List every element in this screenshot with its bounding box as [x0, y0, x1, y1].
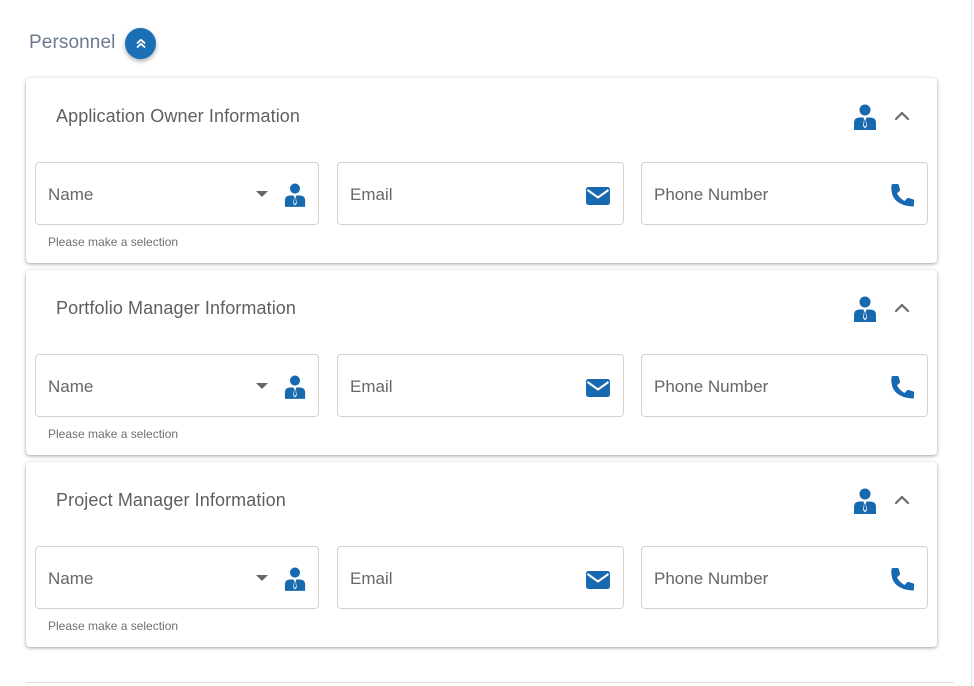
phone-placeholder: Phone Number	[654, 377, 769, 396]
helper-text: Please make a selection	[48, 427, 179, 441]
email-placeholder: Email	[350, 569, 393, 588]
email-placeholder: Email	[350, 185, 393, 204]
vertical-divider	[971, 0, 972, 686]
helper-text: Please make a selection	[48, 619, 179, 633]
double-chevron-up-icon	[136, 38, 146, 48]
name-select[interactable]: Name	[35, 162, 319, 225]
personnel-page: Personnel Application Owner Information …	[0, 0, 974, 686]
person-icon	[284, 183, 306, 207]
phone-icon	[891, 568, 914, 591]
name-placeholder: Name	[48, 185, 94, 204]
card-title: Portfolio Manager Information	[56, 298, 297, 318]
card-portfolio-manager: Portfolio Manager Information Name Email	[26, 270, 937, 455]
person-icon	[854, 104, 876, 130]
collapse-section-button[interactable]	[125, 27, 157, 59]
email-field[interactable]: Email	[337, 546, 624, 609]
email-placeholder: Email	[350, 377, 393, 396]
envelope-icon	[586, 379, 610, 397]
chevron-up-icon[interactable]	[892, 490, 912, 510]
phone-field[interactable]: Phone Number	[641, 546, 928, 609]
card-title: Application Owner Information	[56, 106, 301, 126]
person-icon	[854, 488, 876, 514]
name-placeholder: Name	[48, 569, 94, 588]
chevron-up-icon[interactable]	[892, 298, 912, 318]
card-application-owner: Application Owner Information Name Email	[26, 78, 937, 263]
dropdown-arrow-icon[interactable]	[255, 574, 269, 582]
phone-field[interactable]: Phone Number	[641, 354, 928, 417]
phone-icon	[891, 184, 914, 207]
section-title: Personnel	[29, 32, 116, 53]
phone-field[interactable]: Phone Number	[641, 162, 928, 225]
chevron-up-icon[interactable]	[892, 106, 912, 126]
divider	[26, 682, 954, 683]
person-icon	[284, 567, 306, 591]
dropdown-arrow-icon[interactable]	[255, 382, 269, 390]
person-icon	[854, 296, 876, 322]
person-icon	[284, 375, 306, 399]
phone-placeholder: Phone Number	[654, 185, 769, 204]
section-header: Personnel	[29, 27, 157, 59]
helper-text: Please make a selection	[48, 235, 179, 249]
dropdown-arrow-icon[interactable]	[255, 190, 269, 198]
phone-icon	[891, 376, 914, 399]
name-placeholder: Name	[48, 377, 94, 396]
card-title: Project Manager Information	[56, 490, 286, 510]
envelope-icon	[586, 571, 610, 589]
envelope-icon	[586, 187, 610, 205]
name-select[interactable]: Name	[35, 354, 319, 417]
email-field[interactable]: Email	[337, 162, 624, 225]
email-field[interactable]: Email	[337, 354, 624, 417]
name-select[interactable]: Name	[35, 546, 319, 609]
phone-placeholder: Phone Number	[654, 569, 769, 588]
card-project-manager: Project Manager Information Name Email P…	[26, 462, 937, 647]
